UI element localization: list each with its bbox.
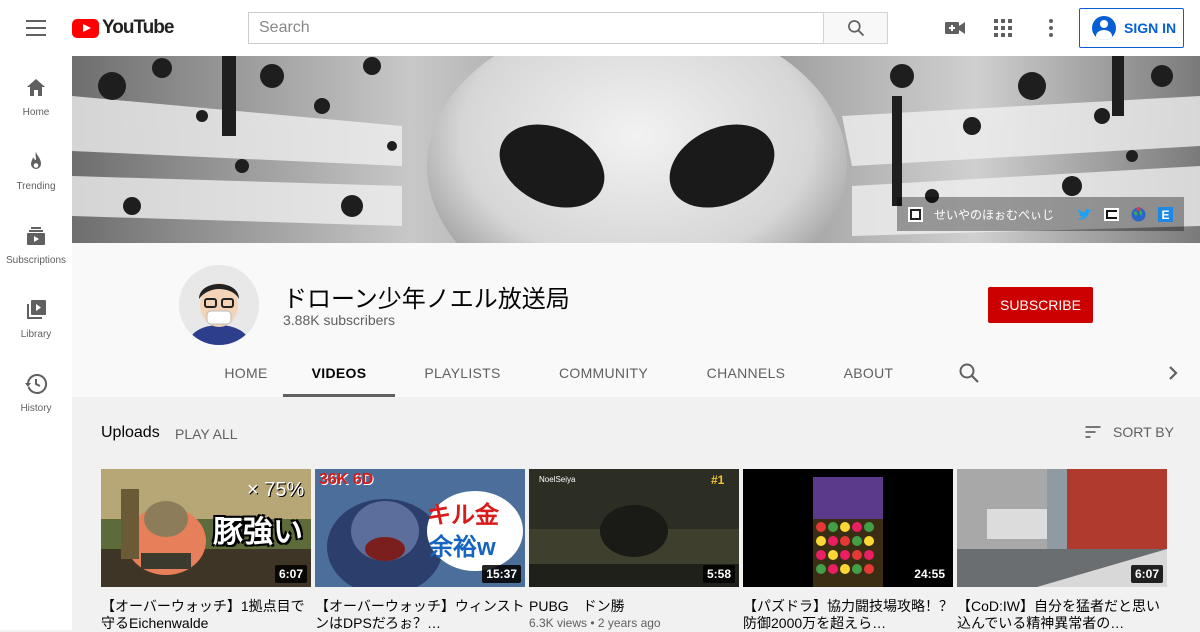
uploads-section-header: Uploads PLAY ALL SORT BY — [72, 397, 1200, 467]
sign-in-button[interactable]: SIGN IN — [1079, 8, 1184, 48]
search-icon — [847, 20, 864, 37]
tab-videos[interactable]: VIDEOS — [283, 349, 395, 397]
channel-tabs: HOME VIDEOS PLAYLISTS COMMUNITY CHANNELS… — [179, 349, 1189, 397]
thumbnail-caption: キル金 — [427, 502, 499, 529]
side-nav: Home Trending Subscriptions Library Hist… — [0, 56, 72, 630]
search-input[interactable]: Search — [248, 12, 824, 44]
play-logo-icon — [72, 18, 99, 38]
niconico-icon[interactable] — [1103, 206, 1120, 223]
video-title[interactable]: 【パズドラ】協力闘技場攻略！？防御2000万を超えら… — [743, 598, 953, 632]
earth-icon[interactable] — [1130, 206, 1147, 223]
apps-icon[interactable] — [991, 16, 1015, 40]
account-icon — [1092, 16, 1116, 40]
sidebar-item-label: Library — [20, 329, 52, 340]
subscriber-count: 3.88K subscribers — [283, 312, 396, 328]
video-thumbnail[interactable]: 24:55 — [743, 469, 953, 587]
sign-in-label: SIGN IN — [1124, 20, 1177, 36]
subscribe-button[interactable]: SUBSCRIBE — [988, 287, 1093, 323]
flame-icon — [31, 152, 41, 169]
video-title[interactable]: 【オーバーウォッチ】1拠点目で守るEichenwalde — [101, 598, 311, 632]
channel-name: ドローン少年ノエル放送局 — [283, 286, 570, 313]
search-button[interactable] — [823, 12, 888, 44]
video-title[interactable]: 【オーバーウォッチ】ウィンストンはDPSだろぉ？… — [315, 598, 525, 632]
sort-by-button[interactable]: SORT BY — [1083, 422, 1174, 442]
tab-about[interactable]: ABOUT — [815, 349, 922, 397]
video-meta: 6.3K views • 2 years ago — [529, 616, 661, 630]
website-icon — [907, 206, 923, 222]
video-thumbnail[interactable]: 6:07 — [957, 469, 1167, 587]
sidebar-item-subscriptions[interactable]: Subscriptions — [0, 204, 72, 278]
e-icon[interactable]: E — [1157, 206, 1174, 223]
thumbnail-caption: NoelSeiya — [539, 475, 576, 484]
sidebar-item-label: Subscriptions — [5, 255, 67, 266]
tab-playlists[interactable]: PLAYLISTS — [395, 349, 530, 397]
youtube-logo[interactable]: YouTube — [72, 17, 174, 39]
sidebar-item-home[interactable]: Home — [0, 56, 72, 130]
video-duration: 6:07 — [1130, 565, 1163, 583]
logo-text: YouTube — [102, 17, 174, 38]
sidebar-item-library[interactable]: Library — [0, 278, 72, 352]
sort-icon — [1085, 426, 1101, 438]
video-duration: 15:37 — [482, 565, 521, 583]
video-title[interactable]: PUBG ドン勝 — [529, 598, 739, 615]
more-vert-icon[interactable] — [1039, 16, 1063, 40]
history-icon — [25, 373, 48, 394]
channel-banner: せいやのほぉむぺぃじ E — [72, 56, 1200, 243]
create-video-icon[interactable] — [943, 16, 967, 40]
video-item[interactable]: 24:55 【パズドラ】協力闘技場攻略！？防御2000万を超えら… — [743, 469, 953, 632]
sidebar-item-label: History — [20, 403, 52, 414]
tab-community[interactable]: COMMUNITY — [530, 349, 677, 397]
thumbnail-caption: 豚強い — [213, 516, 303, 549]
banner-link-label[interactable]: せいやのほぉむぺぃじ — [934, 206, 1054, 223]
banner-links: せいやのほぉむぺぃじ E — [896, 197, 1184, 231]
home-icon — [27, 79, 45, 96]
twitter-icon[interactable] — [1076, 206, 1093, 223]
video-item[interactable]: 豚強い × 75% 6:07 【オーバーウォッチ】1拠点目で守るEichenwa… — [101, 469, 311, 632]
thumbnail-corner-text: 36K 6D — [319, 471, 374, 488]
video-thumbnail[interactable]: 豚強い × 75% 6:07 — [101, 469, 311, 587]
video-item[interactable]: 6:07 【CoD:IW】自分を猛者だと思い込んでいる精神異常者の… — [957, 469, 1167, 632]
sidebar-item-history[interactable]: History — [0, 352, 72, 426]
top-bar: YouTube Search SIGN IN — [0, 0, 1200, 56]
video-item[interactable]: NoelSeiya #1 5:58 PUBG ドン勝 6.3K views • … — [529, 469, 739, 630]
search-icon[interactable] — [957, 361, 981, 385]
thumbnail-subcaption: 余裕w — [429, 534, 496, 561]
chevron-right-icon[interactable] — [1161, 361, 1185, 385]
video-duration: 6:07 — [274, 565, 307, 583]
menu-icon[interactable] — [24, 18, 48, 38]
video-grid: 豚強い × 75% 6:07 【オーバーウォッチ】1拠点目で守るEichenwa… — [101, 469, 1167, 632]
thumbnail-subcaption: × 75% — [247, 479, 305, 501]
library-icon — [27, 300, 46, 319]
video-duration: 5:58 — [702, 565, 735, 583]
video-thumbnail[interactable]: 36K 6D キル金 余裕w 15:37 — [315, 469, 525, 587]
video-thumbnail[interactable]: NoelSeiya #1 5:58 — [529, 469, 739, 587]
sort-by-label: SORT BY — [1113, 424, 1174, 440]
tab-channels[interactable]: CHANNELS — [677, 349, 815, 397]
play-all-button[interactable]: PLAY ALL — [175, 426, 238, 442]
uploads-title[interactable]: Uploads — [101, 424, 160, 442]
sidebar-item-label: Trending — [16, 181, 56, 192]
sidebar-item-trending[interactable]: Trending — [0, 130, 72, 204]
thumbnail-subcaption: #1 — [711, 473, 725, 487]
svg-text:E: E — [1161, 208, 1169, 222]
channel-header: ドローン少年ノエル放送局 3.88K subscribers SUBSCRIBE… — [72, 243, 1200, 397]
video-item[interactable]: 36K 6D キル金 余裕w 15:37 【オーバーウォッチ】ウィンストンはDP… — [315, 469, 525, 632]
video-duration: 24:55 — [910, 565, 949, 583]
channel-avatar[interactable] — [179, 265, 259, 345]
sidebar-item-label: Home — [22, 107, 50, 118]
subscriptions-icon — [27, 227, 45, 245]
video-title[interactable]: 【CoD:IW】自分を猛者だと思い込んでいる精神異常者の… — [957, 598, 1167, 632]
